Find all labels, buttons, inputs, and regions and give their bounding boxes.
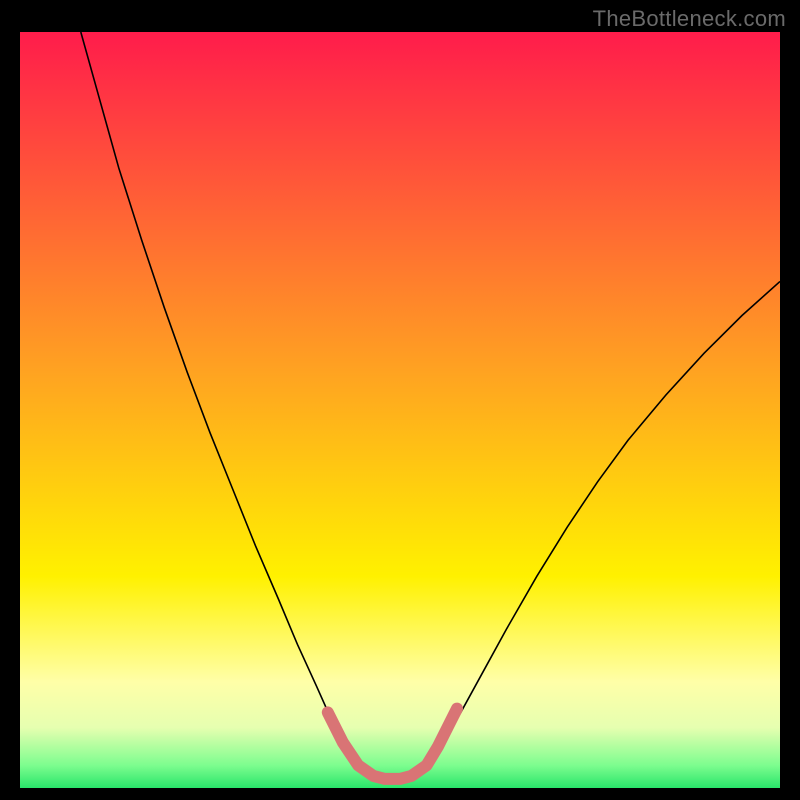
watermark-text: TheBottleneck.com <box>593 6 786 32</box>
chart-frame: TheBottleneck.com <box>0 0 800 800</box>
chart-svg <box>20 32 780 788</box>
chart-plot <box>20 32 780 788</box>
gradient-background <box>20 32 780 788</box>
